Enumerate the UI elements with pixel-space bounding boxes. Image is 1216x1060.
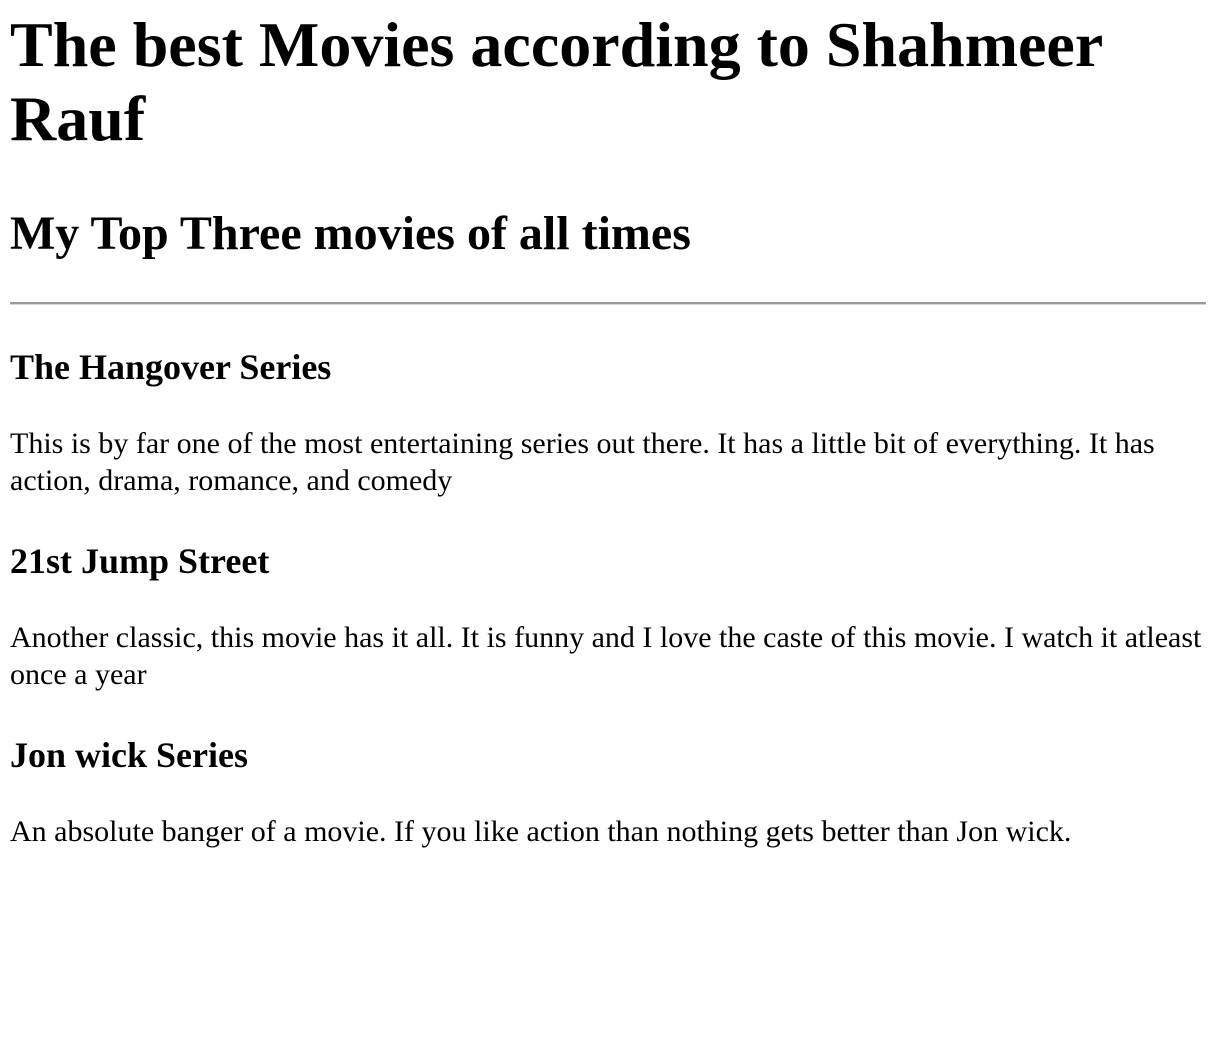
movie-description-21st-jump-street: Another classic, this movie has it all. … xyxy=(10,621,1202,691)
movie-description-jon-wick: An absolute banger of a movie. If you li… xyxy=(10,815,1072,848)
movie-title-21st-jump-street: 21st Jump Street xyxy=(10,541,270,581)
movie-description-hangover: This is by far one of the most entertain… xyxy=(10,427,1155,497)
movie-list: The Hangover Series This is by far one o… xyxy=(10,345,1206,850)
page-title: The best Movies according to Shahmeer Ra… xyxy=(10,9,1103,154)
page-body: The best Movies according to Shahmeer Ra… xyxy=(0,8,1216,1060)
horizontal-divider xyxy=(10,302,1206,305)
movie-title-hangover: The Hangover Series xyxy=(10,347,332,387)
movie-title-jon-wick: Jon wick Series xyxy=(10,735,248,775)
page-subtitle: My Top Three movies of all times xyxy=(10,207,691,260)
